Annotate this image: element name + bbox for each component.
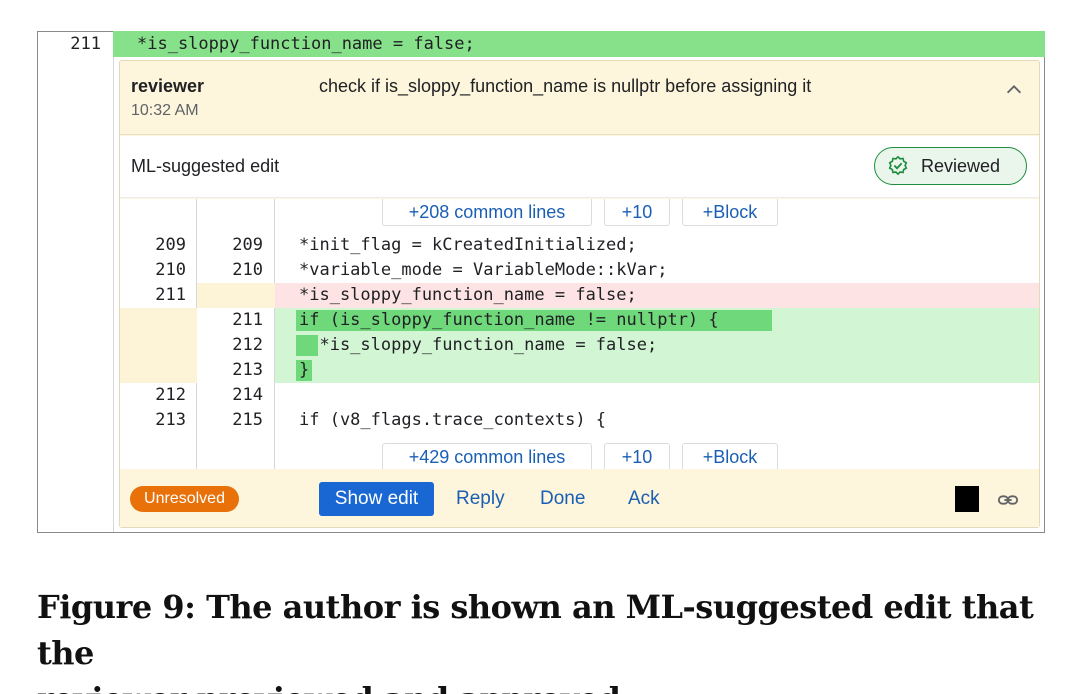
figure-caption: Figure 9: The author is shown an ML-sugg… bbox=[37, 584, 1047, 694]
suggested-edit-diff: +208 common lines +10 +Block 209 209 *in… bbox=[120, 199, 1039, 470]
expand-common-lines-top[interactable]: +208 common lines bbox=[382, 199, 592, 226]
expand-10-bottom[interactable]: +10 bbox=[604, 443, 670, 470]
old-line-number: 212 bbox=[155, 385, 186, 405]
line-number: 211 bbox=[70, 34, 101, 54]
redacted-block bbox=[955, 486, 979, 512]
new-line-number: 210 bbox=[232, 260, 263, 280]
new-line-number: 215 bbox=[232, 410, 263, 430]
expand-block-top[interactable]: +Block bbox=[682, 199, 778, 226]
added-line-bg bbox=[275, 358, 1039, 383]
comment-header[interactable]: reviewer 10:32 AM check if is_sloppy_fun… bbox=[120, 61, 1039, 135]
reply-button[interactable]: Reply bbox=[456, 482, 505, 516]
commented-source-line[interactable]: 211 *is_sloppy_function_name = false; bbox=[37, 31, 1045, 57]
comment-text: check if is_sloppy_function_name is null… bbox=[319, 76, 812, 96]
line-code: *is_sloppy_function_name = false; bbox=[113, 31, 1045, 57]
diff-code: if (is_sloppy_function_name != nullptr) … bbox=[299, 310, 719, 330]
new-line-number: 213 bbox=[232, 360, 263, 380]
old-line-number: 210 bbox=[155, 260, 186, 280]
chevron-up-icon[interactable] bbox=[1003, 79, 1025, 101]
reviewed-status-chip[interactable]: Reviewed bbox=[874, 147, 1027, 185]
expand-common-lines-bottom[interactable]: +429 common lines bbox=[382, 443, 592, 470]
diff-row: 210 210 *variable_mode = VariableMode::k… bbox=[120, 258, 1039, 283]
diff-row: 212 214 bbox=[120, 383, 1039, 408]
new-line-number: 209 bbox=[232, 235, 263, 255]
new-line-number: 212 bbox=[232, 335, 263, 355]
diff-row-added: 212 *is_sloppy_function_name = false; bbox=[120, 333, 1039, 358]
comment-time: 10:32 AM bbox=[131, 102, 199, 119]
unresolved-badge[interactable]: Unresolved bbox=[130, 486, 239, 512]
diff-row-removed: 211 *is_sloppy_function_name = false; bbox=[120, 283, 1039, 308]
line-number-gutter bbox=[38, 31, 114, 532]
diff-row: 213 215 if (v8_flags.trace_contexts) { bbox=[120, 408, 1039, 433]
reviewed-label: Reviewed bbox=[921, 155, 1001, 176]
old-line-number: 211 bbox=[155, 285, 186, 305]
expand-10-top[interactable]: +10 bbox=[604, 199, 670, 226]
new-line-number: 211 bbox=[232, 310, 263, 330]
diff-code: if (v8_flags.trace_contexts) { bbox=[299, 410, 607, 430]
added-gutter-bg bbox=[120, 358, 197, 383]
ml-edit-title: ML-suggested edit bbox=[131, 156, 280, 176]
added-gutter-bg bbox=[120, 333, 197, 358]
diff-code: *init_flag = kCreatedInitialized; bbox=[299, 235, 637, 255]
expand-block-bottom[interactable]: +Block bbox=[682, 443, 778, 470]
link-icon[interactable] bbox=[996, 489, 1020, 511]
diff-row-added: 211 if (is_sloppy_function_name != nullp… bbox=[120, 308, 1039, 333]
comment-thread-card: reviewer 10:32 AM check if is_sloppy_fun… bbox=[119, 60, 1040, 528]
diff-row-added: 213 } bbox=[120, 358, 1039, 383]
caption-line-1: Figure 9: The author is shown an ML-sugg… bbox=[37, 588, 1034, 672]
check-badge-icon bbox=[888, 155, 908, 176]
ml-suggested-edit-header: ML-suggested edit Reviewed bbox=[120, 136, 1039, 198]
diff-code: *is_sloppy_function_name = false; bbox=[299, 285, 637, 305]
show-edit-button[interactable]: Show edit bbox=[319, 482, 434, 516]
diff-code: *variable_mode = VariableMode::kVar; bbox=[299, 260, 668, 280]
old-line-number: 209 bbox=[155, 235, 186, 255]
done-button[interactable]: Done bbox=[540, 482, 585, 516]
comment-actions-bar: Unresolved Show edit Reply Done Ack bbox=[120, 469, 1039, 527]
diff-code: *is_sloppy_function_name = false; bbox=[299, 335, 658, 355]
added-gutter-bg bbox=[120, 308, 197, 333]
diff-code: } bbox=[299, 360, 310, 380]
diff-row: 209 209 *init_flag = kCreatedInitialized… bbox=[120, 233, 1039, 258]
new-line-number: 214 bbox=[232, 385, 263, 405]
old-line-number: 213 bbox=[155, 410, 186, 430]
comment-author: reviewer bbox=[131, 76, 205, 96]
ack-button[interactable]: Ack bbox=[628, 482, 660, 516]
caption-line-2: reviewer previewed and approved. bbox=[37, 676, 1047, 694]
removed-gutter-bg bbox=[197, 283, 275, 308]
